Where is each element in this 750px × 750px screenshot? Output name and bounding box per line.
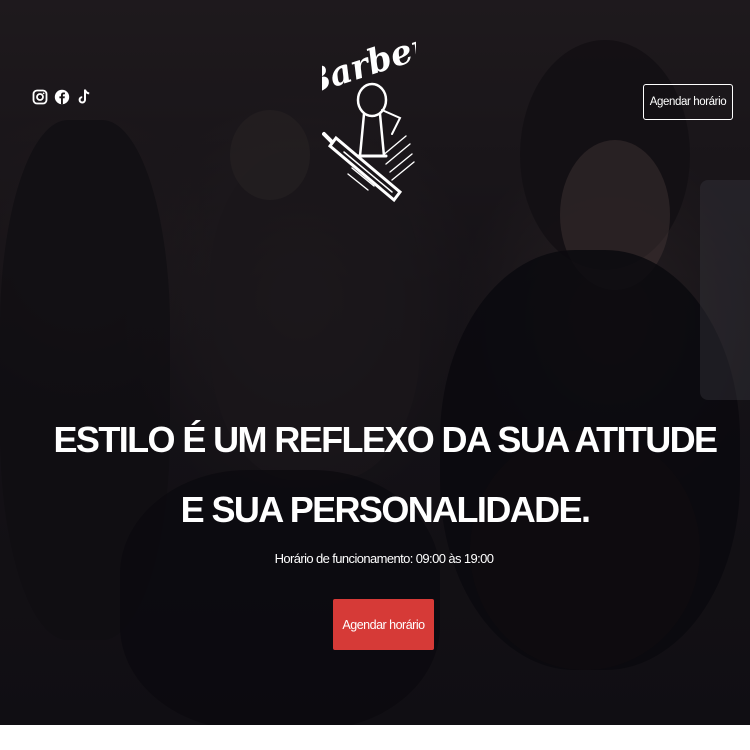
barber-logo[interactable]: Barber [322, 6, 416, 212]
instagram-icon[interactable] [32, 86, 48, 108]
facebook-icon[interactable] [54, 86, 70, 108]
schedule-button-top[interactable]: Agendar horário [643, 84, 733, 120]
opening-hours: Horário de funcionamento: 09:00 às 19:00 [274, 551, 494, 566]
hero-headline-line2: E SUA PERSONALIDADE. [180, 489, 591, 530]
next-section [0, 725, 750, 750]
schedule-button-main[interactable]: Agendar horário [333, 599, 434, 650]
hero-section: Barber Agendar horário ESTILO É UM REFLE… [0, 0, 750, 725]
logo-wordmark: Barber [322, 25, 416, 105]
hero-headline-line1: ESTILO É UM REFLEXO DA SUA ATITUDE [53, 419, 719, 460]
hero-headline: ESTILO É UM REFLEXO DA SUA ATITUDE E SUA… [0, 405, 750, 545]
social-links [32, 86, 92, 108]
tiktok-icon[interactable] [76, 86, 92, 108]
